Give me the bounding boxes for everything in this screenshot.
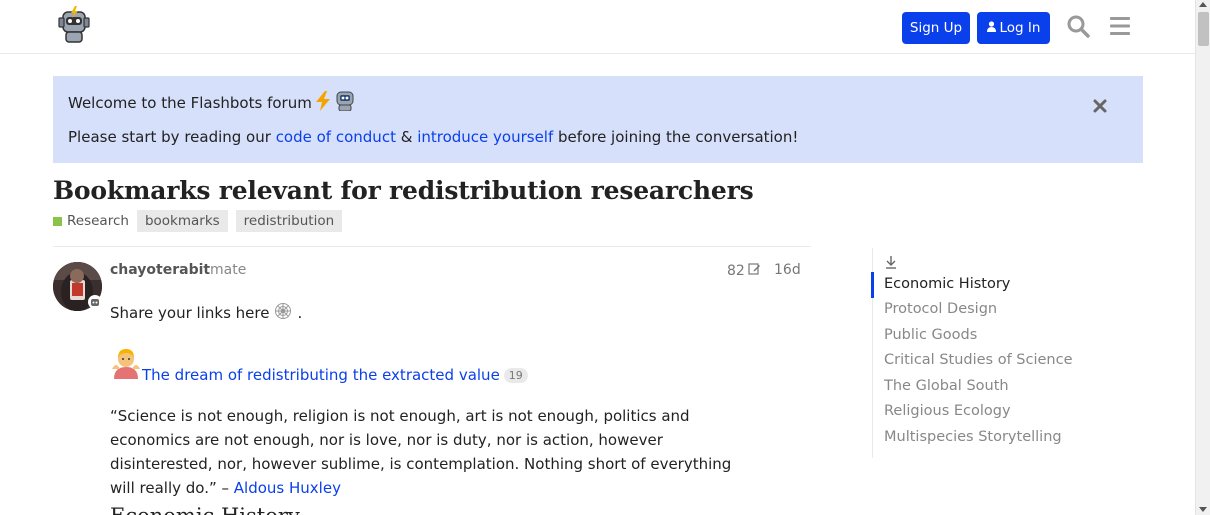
toc-item-protocol-design[interactable]: Protocol Design [884, 301, 997, 317]
welcome-banner: Welcome to the Flashbots forum Please st… [53, 76, 1143, 163]
scrollbar-thumb[interactable] [1198, 12, 1209, 46]
lightning-icon [314, 91, 332, 115]
banner-text-prefix: Please start by reading our [68, 128, 276, 146]
toc-item-multispecies-storytelling[interactable]: Multispecies Storytelling [884, 429, 1062, 445]
banner-message: Please start by reading our code of cond… [68, 128, 798, 146]
log-in-label: Log In [999, 20, 1041, 36]
sign-up-button[interactable]: Sign Up [902, 12, 970, 44]
toc-item-religious-ecology[interactable]: Religious Ecology [884, 403, 1011, 419]
dream-link-row: The dream of redistributing the extracte… [142, 366, 528, 384]
user-icon [986, 20, 996, 36]
banner-title: Welcome to the Flashbots forum [68, 91, 356, 115]
hamburger-menu-icon[interactable] [1108, 14, 1134, 40]
tag-bookmarks[interactable]: bookmarks [136, 210, 228, 232]
table-of-contents: Economic History Protocol Design Public … [871, 248, 1092, 458]
post-date[interactable]: 16d [774, 262, 801, 278]
introduce-yourself-link[interactable]: introduce yourself [417, 128, 553, 146]
site-header: Sign Up Log In [0, 0, 1195, 54]
scroll-up-arrow-icon[interactable] [1199, 2, 1207, 7]
person-emoji-icon [110, 347, 142, 379]
avatar-flair-icon [88, 295, 102, 309]
edit-count: 82 [727, 262, 745, 279]
toc-active-indicator [871, 272, 874, 298]
share-text: Share your links here [110, 304, 270, 322]
tag-redistribution[interactable]: redistribution [235, 210, 343, 232]
jump-to-bottom-icon[interactable] [884, 254, 898, 269]
banner-title-text: Welcome to the Flashbots forum [68, 94, 312, 112]
page-scrollbar[interactable] [1195, 0, 1210, 515]
log-in-button[interactable]: Log In [977, 12, 1050, 44]
toc-item-public-goods[interactable]: Public Goods [884, 327, 977, 343]
search-icon[interactable] [1066, 14, 1092, 40]
section-heading-text: Economic History [110, 504, 300, 515]
robot-icon [334, 91, 356, 115]
toc-item-economic-history[interactable]: Economic History [884, 276, 1010, 292]
toc-item-critical-studies-of-science[interactable]: Critical Studies of Science [884, 352, 1073, 368]
banner-text-suffix: before joining the conversation! [553, 128, 799, 146]
post-username[interactable]: chayoterabit [110, 262, 210, 278]
category-color-square [53, 216, 62, 226]
pencil-icon [748, 262, 761, 279]
share-suffix: . [297, 304, 303, 322]
category-badge[interactable]: Research [53, 213, 129, 229]
huxley-quote: “Science is not enough, religion is not … [110, 404, 760, 500]
quote-author-link[interactable]: Aldous Huxley [234, 479, 341, 497]
banner-text-mid: & [395, 128, 418, 146]
topic-tags: Research bookmarks redistribution [53, 210, 343, 232]
share-line: Share your links here . [110, 302, 302, 324]
topic-title[interactable]: Bookmarks relevant for redistribution re… [53, 176, 754, 205]
post-user-title: mate [210, 262, 247, 278]
dream-link[interactable]: The dream of redistributing the extracte… [142, 366, 500, 384]
section-heading-economic-history: Economic History [110, 504, 300, 515]
sign-up-label: Sign Up [909, 20, 963, 36]
topic-divider [53, 246, 811, 247]
category-label: Research [67, 213, 129, 229]
code-of-conduct-link[interactable]: code of conduct [276, 128, 396, 146]
link-click-count: 19 [503, 367, 528, 383]
scroll-down-arrow-icon[interactable] [1199, 507, 1207, 512]
close-icon[interactable] [1090, 96, 1110, 116]
quote-text: “Science is not enough, religion is not … [110, 407, 732, 497]
site-logo[interactable] [56, 6, 92, 44]
post-edit-history[interactable]: 82 [727, 262, 761, 279]
toc-item-the-global-south[interactable]: The Global South [884, 378, 1009, 394]
spider-web-icon [274, 302, 292, 324]
